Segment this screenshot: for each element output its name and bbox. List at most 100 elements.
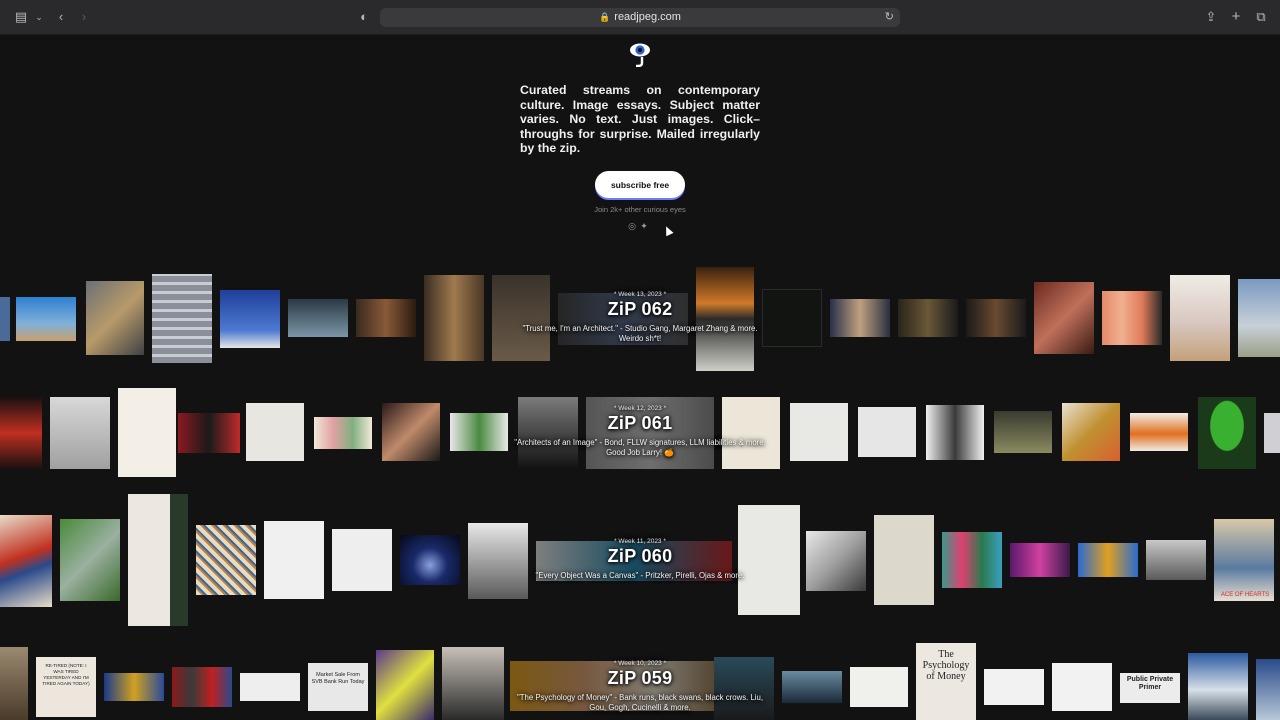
issue-week: * Week 11, 2023 * xyxy=(614,538,666,545)
thumbnail[interactable] xyxy=(196,525,256,595)
twitter-icon[interactable]: ✦ xyxy=(638,221,650,232)
thumbnail[interactable] xyxy=(942,532,1002,588)
thumbnail[interactable] xyxy=(442,647,504,720)
issue-week: * Week 10, 2023 * xyxy=(613,660,667,667)
thumbnail[interactable] xyxy=(246,403,304,461)
thumbnail[interactable] xyxy=(332,529,392,591)
thumbnail[interactable] xyxy=(382,403,440,461)
thumbnail[interactable] xyxy=(1130,413,1188,451)
thumbnail[interactable] xyxy=(762,289,822,347)
url-text: readjpeg.com xyxy=(614,11,681,23)
issue-title: ZiP 062 xyxy=(607,299,673,319)
thumbnail[interactable] xyxy=(400,535,460,585)
address-bar[interactable]: 🔒 readjpeg.com ↻ xyxy=(380,8,900,27)
thumbnail[interactable] xyxy=(874,515,934,605)
eye-logo-icon[interactable] xyxy=(628,41,652,67)
thumbnail[interactable] xyxy=(288,299,348,337)
back-arrow-icon[interactable]: ‹ xyxy=(53,9,69,25)
thumbnail[interactable] xyxy=(1198,397,1256,469)
thumbnail[interactable] xyxy=(50,397,110,469)
issue-description: "The Psychology of Money" - Bank runs, b… xyxy=(516,693,764,712)
issue-description: "Architects of an Image" - Bond, FLLW si… xyxy=(514,438,766,457)
thumbnail[interactable] xyxy=(858,407,916,457)
thumbnail[interactable] xyxy=(806,531,866,591)
sidebar-icon[interactable]: ▤ xyxy=(13,9,29,25)
thumbnail[interactable] xyxy=(926,405,984,460)
reload-icon[interactable]: ↻ xyxy=(885,8,894,27)
thumbnail[interactable] xyxy=(1062,403,1120,461)
thumbnail[interactable] xyxy=(376,650,434,720)
thumbnail[interactable] xyxy=(152,274,212,363)
chevron-down-icon[interactable]: ⌄ xyxy=(31,9,47,25)
thumbnail[interactable] xyxy=(308,663,368,711)
thumbnail[interactable] xyxy=(220,290,280,348)
issue-week: * Week 12, 2023 * xyxy=(613,405,667,412)
thumbnail[interactable] xyxy=(128,494,188,626)
thumbnail[interactable] xyxy=(450,413,508,451)
issue-card-060[interactable]: * Week 11, 2023 * ZiP 060 "Every Object … xyxy=(510,538,770,581)
issue-card-059[interactable]: * Week 10, 2023 * ZiP 059 "The Psycholog… xyxy=(510,660,770,713)
mouse-cursor xyxy=(662,224,674,237)
thumbnail[interactable] xyxy=(0,515,52,607)
share-icon[interactable]: ⇪ xyxy=(1203,9,1219,25)
page-content: Curated streams on contemporary culture.… xyxy=(0,35,1280,720)
issue-card-062[interactable]: * Week 13, 2023 * ZiP 062 "Trust me, I'm… xyxy=(510,291,770,344)
thumbnail[interactable] xyxy=(356,299,416,337)
thumbnail[interactable] xyxy=(830,299,890,337)
thumbnail-caption: The Psychology of Money xyxy=(922,649,970,682)
thumbnail[interactable] xyxy=(0,297,10,341)
thumbnail[interactable] xyxy=(1052,663,1112,711)
thumbnail[interactable] xyxy=(240,673,300,701)
thumbnail-caption: ACE OF HEARTS xyxy=(1220,592,1270,598)
thumbnail-caption: Public Private Primer xyxy=(1126,676,1174,691)
thumbnail[interactable] xyxy=(0,397,42,469)
subscribe-button[interactable]: subscribe free xyxy=(595,171,685,198)
issue-card-061[interactable]: * Week 12, 2023 * ZiP 061 "Architects of… xyxy=(510,405,770,458)
thumbnail[interactable] xyxy=(178,413,240,453)
thumbnail[interactable] xyxy=(850,667,908,707)
join-text: Join 2k+ other curious eyes xyxy=(594,205,686,214)
thumbnail[interactable] xyxy=(172,667,232,707)
thumbnail[interactable] xyxy=(1102,291,1162,345)
instagram-icon[interactable]: ◎ xyxy=(626,221,638,232)
thumbnail[interactable] xyxy=(104,673,164,701)
shield-icon[interactable]: ◐ xyxy=(356,9,372,25)
plus-icon[interactable]: + xyxy=(1228,9,1244,25)
thumbnail[interactable] xyxy=(424,275,484,361)
thumbnail-caption: RE-TIRED (NOTE: I WAS TIRED YESTERDAY AN… xyxy=(42,663,90,686)
thumbnail[interactable] xyxy=(1238,279,1280,357)
thumbnail[interactable] xyxy=(966,299,1026,337)
forward-arrow-icon[interactable]: › xyxy=(76,9,92,25)
tabs-icon[interactable]: ⧉ xyxy=(1253,9,1269,25)
thumbnail[interactable] xyxy=(1034,282,1094,354)
issue-description: "Every Object Was a Canvas" - Pritzker, … xyxy=(535,571,745,580)
browser-toolbar: ▤ ⌄ ‹ › ◐ 🔒 readjpeg.com ↻ ⇪ + ⧉ xyxy=(0,0,1280,35)
thumbnail[interactable] xyxy=(1188,653,1248,720)
issue-title: ZiP 061 xyxy=(607,413,673,433)
thumbnail[interactable] xyxy=(1010,543,1070,577)
thumbnail[interactable] xyxy=(984,669,1044,705)
thumbnail[interactable] xyxy=(1264,413,1280,453)
thumbnail[interactable] xyxy=(16,297,76,341)
thumbnail[interactable] xyxy=(1256,659,1280,720)
thumbnail-caption: Market Sale From SVB Bank Run Today xyxy=(311,672,365,685)
thumbnail[interactable] xyxy=(60,519,120,601)
thumbnail[interactable] xyxy=(1146,540,1206,580)
thumbnail[interactable] xyxy=(86,281,144,355)
thumbnail[interactable] xyxy=(782,671,842,703)
thumbnail[interactable] xyxy=(118,388,176,477)
thumbnail[interactable] xyxy=(314,417,372,449)
thumbnail[interactable] xyxy=(790,403,848,461)
thumbnail[interactable] xyxy=(264,521,324,599)
thumbnail[interactable] xyxy=(898,299,958,337)
thumbnail[interactable] xyxy=(1170,275,1230,361)
thumbnail[interactable] xyxy=(1214,519,1274,601)
issue-title: ZiP 060 xyxy=(607,546,673,566)
issue-description: "Trust me, I'm an Architect." - Studio G… xyxy=(522,324,758,343)
thumbnail[interactable] xyxy=(994,411,1052,453)
lock-icon: 🔒 xyxy=(599,12,611,22)
thumbnail[interactable] xyxy=(1078,543,1138,577)
social-links: ◎ ✦ xyxy=(626,221,656,231)
tagline: Curated streams on contemporary culture.… xyxy=(520,83,760,156)
thumbnail[interactable] xyxy=(0,647,28,720)
